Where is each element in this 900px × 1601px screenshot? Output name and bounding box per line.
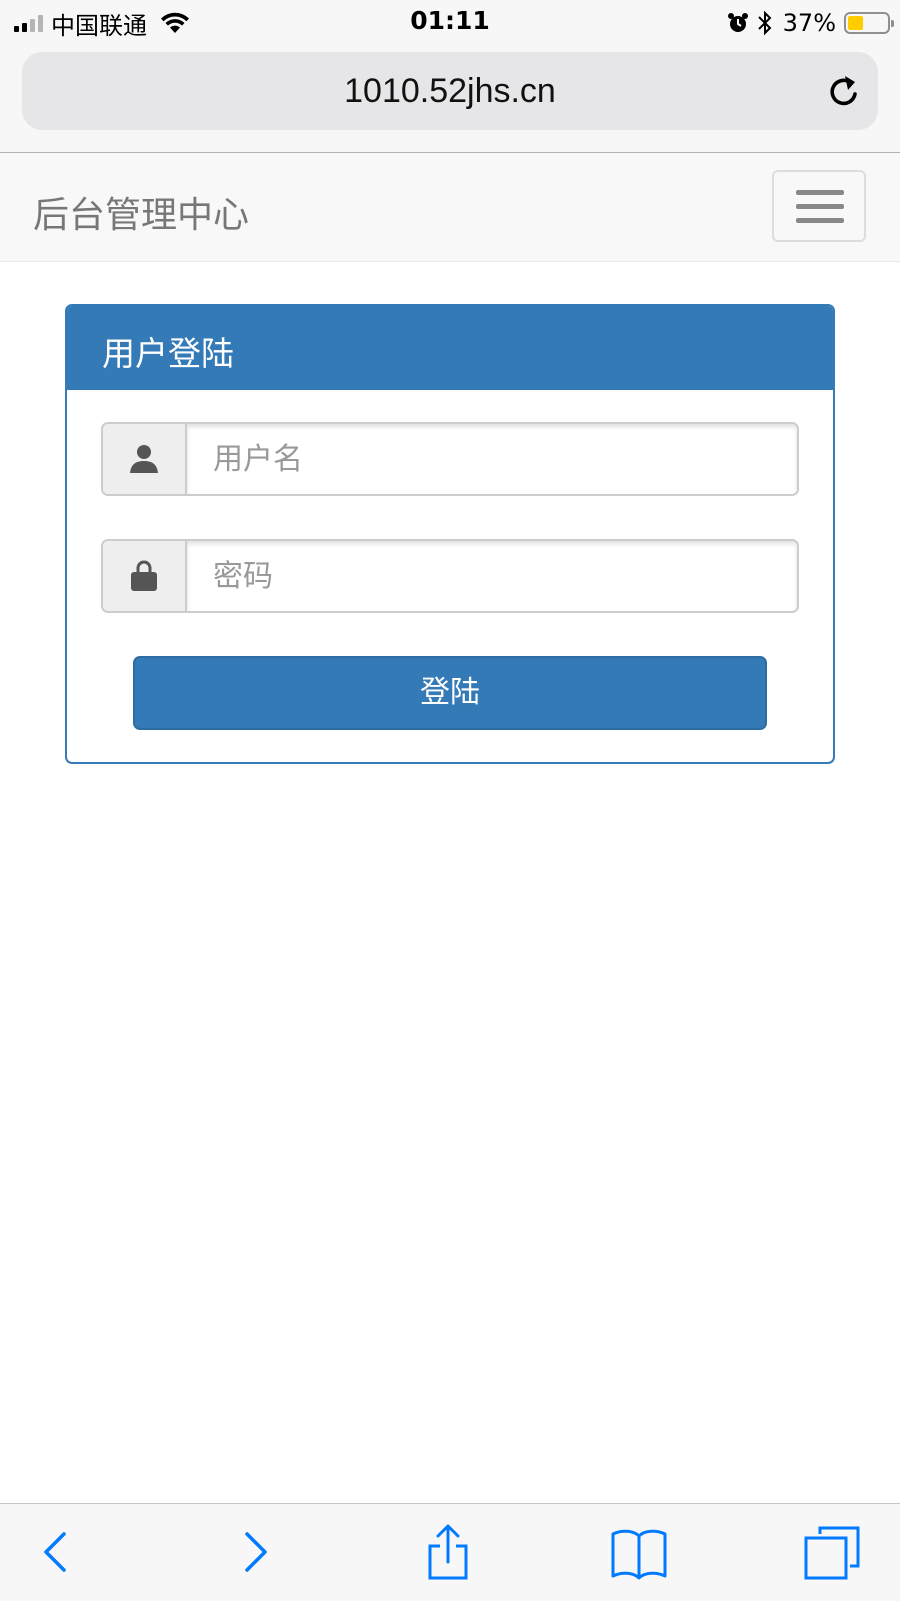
browser-address-area: 1010.52jhs.cn xyxy=(0,46,900,153)
url-text[interactable]: 1010.52jhs.cn xyxy=(22,72,878,111)
username-input[interactable] xyxy=(187,424,797,494)
login-button[interactable]: 登陆 xyxy=(133,656,767,730)
hamburger-icon xyxy=(796,190,844,195)
battery-icon xyxy=(844,12,894,34)
browser-toolbar xyxy=(0,1503,900,1601)
password-input-group xyxy=(101,539,799,613)
login-panel: 用户登陆 登陆 xyxy=(65,304,835,764)
lock-icon xyxy=(131,560,157,591)
tabs-icon xyxy=(804,1526,860,1580)
forward-icon xyxy=(245,1532,267,1572)
bluetooth-icon xyxy=(757,10,772,36)
status-right: 37% xyxy=(727,8,894,38)
navbar-toggle-button[interactable] xyxy=(772,170,866,242)
panel-title: 用户登陆 xyxy=(102,334,234,373)
site-navbar: 后台管理中心 xyxy=(0,153,900,262)
panel-heading: 用户登陆 xyxy=(67,306,833,390)
hamburger-icon-bar xyxy=(796,218,844,223)
share-icon xyxy=(428,1524,468,1580)
status-bar: 中国联通 01:11 37% xyxy=(0,0,900,46)
tabs-button[interactable] xyxy=(802,1520,862,1584)
username-addon xyxy=(103,424,187,494)
battery-percent: 37% xyxy=(782,9,836,37)
bookmarks-icon xyxy=(611,1529,667,1580)
share-button[interactable] xyxy=(418,1520,478,1584)
address-bar[interactable]: 1010.52jhs.cn xyxy=(22,52,878,130)
back-button[interactable] xyxy=(26,1520,86,1584)
user-icon xyxy=(130,445,158,473)
password-addon xyxy=(103,541,187,611)
hamburger-icon-bar xyxy=(796,204,844,209)
bookmarks-button[interactable] xyxy=(609,1520,669,1584)
username-input-group xyxy=(101,422,799,496)
alarm-icon xyxy=(727,13,748,32)
reload-icon[interactable] xyxy=(826,72,862,110)
password-input[interactable] xyxy=(187,541,797,611)
back-icon xyxy=(44,1532,66,1572)
navbar-brand[interactable]: 后台管理中心 xyxy=(33,186,249,238)
forward-button[interactable] xyxy=(225,1520,285,1584)
